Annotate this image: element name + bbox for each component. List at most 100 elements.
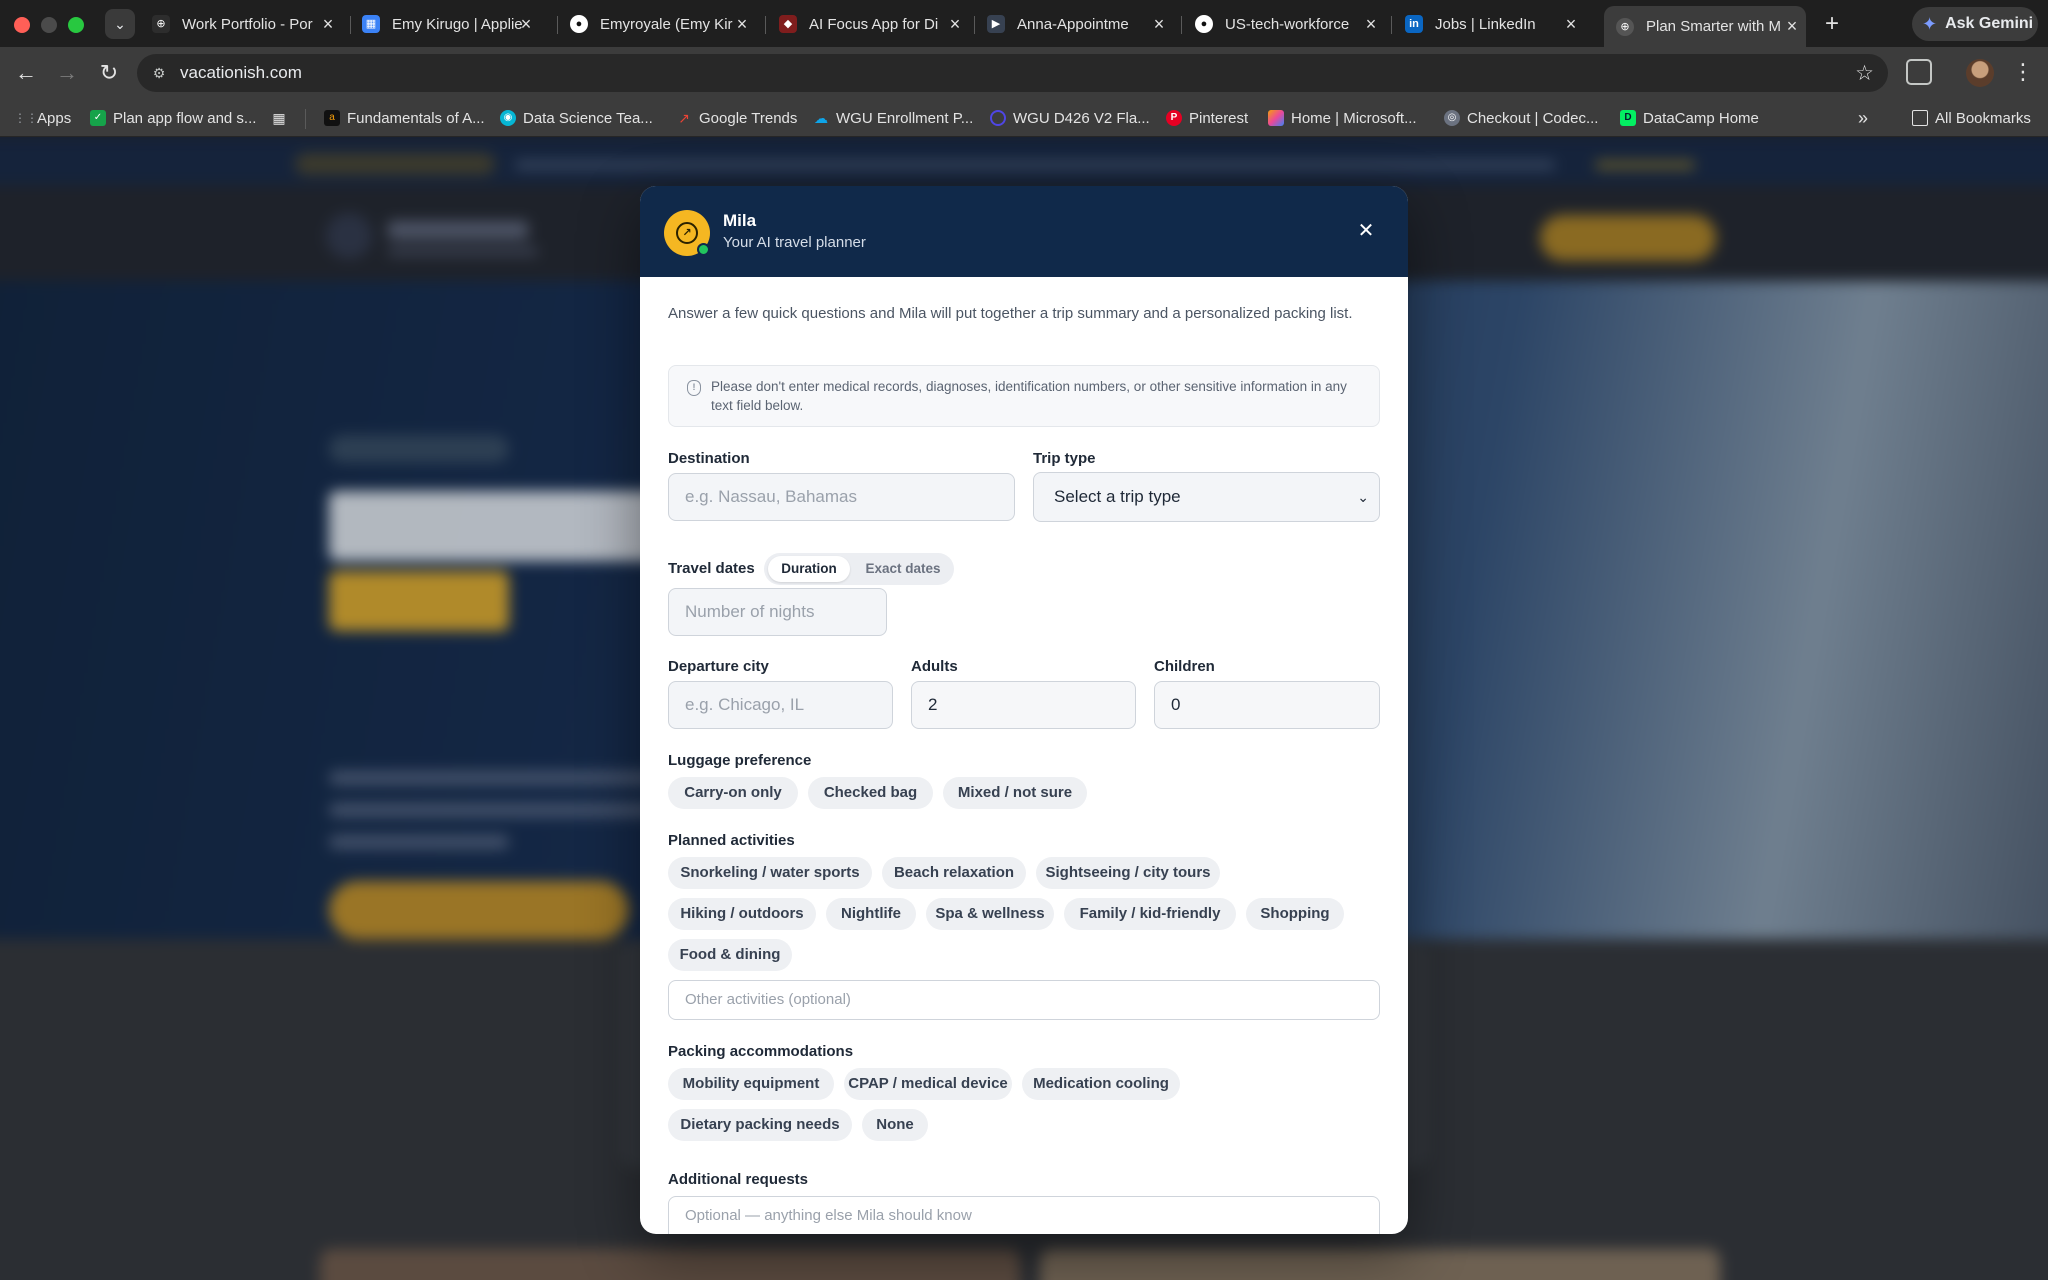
bookmark-google-trends[interactable]: ↗ Google Trends: [676, 108, 797, 128]
quizlet-icon: [990, 110, 1006, 126]
accommodation-chip-mobility[interactable]: Mobility equipment: [668, 1068, 834, 1100]
tab-linkedin-jobs[interactable]: in Jobs | LinkedIn ×: [1405, 8, 1585, 40]
back-arrow-icon[interactable]: ←: [12, 59, 40, 87]
tab-emy-kirugo[interactable]: ▦ Emy Kirugo | Applie ×: [362, 8, 540, 40]
number-of-nights-input[interactable]: Number of nights: [668, 588, 887, 636]
activity-chip-nightlife[interactable]: Nightlife: [826, 898, 916, 930]
bookmark-datacamp[interactable]: D DataCamp Home: [1620, 108, 1759, 128]
activity-chip-snorkeling[interactable]: Snorkeling / water sports: [668, 857, 872, 889]
tab-close-icon[interactable]: ×: [1782, 16, 1802, 36]
site-info-icon[interactable]: ⚙: [149, 63, 169, 83]
reload-icon[interactable]: ↻: [95, 59, 123, 87]
github-favicon-icon: ●: [1195, 15, 1213, 33]
announcement-text: [515, 161, 1555, 169]
tab-close-icon[interactable]: ×: [945, 14, 965, 34]
activity-chip-family[interactable]: Family / kid-friendly: [1064, 898, 1236, 930]
activity-chip-beach[interactable]: Beach relaxation: [882, 857, 1026, 889]
luggage-chip-carry-on[interactable]: Carry-on only: [668, 777, 798, 809]
destination-input[interactable]: e.g. Nassau, Bahamas: [668, 473, 1015, 521]
departure-city-input[interactable]: e.g. Chicago, IL: [668, 681, 893, 729]
address-bar[interactable]: ⚙ vacationish.com ☆: [137, 54, 1888, 92]
profile-avatar[interactable]: [1966, 59, 1994, 87]
accommodation-chip-medication-cooling[interactable]: Medication cooling: [1022, 1068, 1180, 1100]
accommodation-chip-cpap[interactable]: CPAP / medical device: [844, 1068, 1012, 1100]
trip-type-select[interactable]: Select a trip type ⌄: [1033, 472, 1380, 522]
tab-separator: [765, 16, 766, 34]
online-status-dot: [697, 243, 710, 256]
activity-chip-hiking[interactable]: Hiking / outdoors: [668, 898, 816, 930]
bookmark-codecademy[interactable]: ◎ Checkout | Codec...: [1444, 108, 1598, 128]
window-maximize-button[interactable]: [68, 17, 84, 33]
additional-requests-textarea[interactable]: Optional — anything else Mila should kno…: [668, 1196, 1380, 1234]
bookmark-fundamentals[interactable]: a Fundamentals of A...: [324, 108, 485, 128]
bookmark-data-science[interactable]: ◉ Data Science Tea...: [500, 108, 653, 128]
tab-search-chevron-icon[interactable]: ⌄: [105, 9, 135, 39]
bookmark-plan-app-flow[interactable]: ✓ Plan app flow and s...: [90, 108, 256, 128]
tab-close-icon[interactable]: ×: [1149, 14, 1169, 34]
other-activities-input[interactable]: Other activities (optional): [668, 980, 1380, 1020]
tab-ai-focus-app[interactable]: ◆ AI Focus App for Di ×: [779, 8, 969, 40]
chrome-menu-icon[interactable]: ⋮: [2012, 58, 2034, 86]
announcement-link: [1595, 161, 1695, 169]
tab-separator: [350, 16, 351, 34]
bookmarks-separator: [305, 109, 306, 129]
destination-label: Destination: [668, 450, 750, 467]
tab-emyroyale-github[interactable]: ● Emyroyale (Emy Kir ×: [570, 8, 756, 40]
all-bookmarks-label: All Bookmarks: [1935, 109, 2031, 127]
tab-anna-appointment[interactable]: ▶ Anna-Appointme ×: [987, 8, 1173, 40]
compass-icon: ↗: [676, 222, 698, 244]
bookmark-apps-grid[interactable]: ▦: [271, 108, 294, 128]
adults-input[interactable]: 2: [911, 681, 1136, 729]
tab-us-tech-workforce[interactable]: ● US-tech-workforce ×: [1195, 8, 1385, 40]
tab-close-icon[interactable]: ×: [318, 14, 338, 34]
globe-icon: ◎: [1444, 110, 1460, 126]
modal-header: ↗ Mila Your AI travel planner ✕: [640, 186, 1408, 277]
grid-favicon-icon: ▦: [362, 15, 380, 33]
tab-close-icon[interactable]: ×: [732, 14, 752, 34]
folder-icon: [1912, 110, 1928, 126]
tab-close-icon[interactable]: ×: [1561, 14, 1581, 34]
children-input[interactable]: 0: [1154, 681, 1380, 729]
accommodation-chip-none[interactable]: None: [862, 1109, 928, 1141]
modal-close-icon[interactable]: ✕: [1355, 220, 1377, 242]
luggage-chip-mixed[interactable]: Mixed / not sure: [943, 777, 1087, 809]
tab-close-icon[interactable]: ×: [516, 14, 536, 34]
bookmark-wgu-d426[interactable]: WGU D426 V2 Fla...: [990, 108, 1150, 128]
photo-strip: [320, 1249, 1020, 1280]
window-minimize-button[interactable]: [41, 17, 57, 33]
tab-work-portfolio[interactable]: ⊕ Work Portfolio - Por ×: [152, 8, 342, 40]
departure-city-label: Departure city: [668, 658, 769, 675]
checkmark-icon: ✓: [90, 110, 106, 126]
bookmark-wgu-enrollment[interactable]: ☁ WGU Enrollment P...: [813, 108, 973, 128]
tab-separator: [1181, 16, 1182, 34]
activity-chip-food[interactable]: Food & dining: [668, 939, 792, 971]
packing-accommodations-label: Packing accommodations: [668, 1043, 854, 1060]
activity-chip-shopping[interactable]: Shopping: [1246, 898, 1344, 930]
bookmark-apps[interactable]: ⋮⋮ Apps: [14, 108, 71, 128]
accommodation-chip-dietary[interactable]: Dietary packing needs: [668, 1109, 852, 1141]
trends-icon: ↗: [678, 110, 690, 126]
duration-toggle-option[interactable]: Duration: [768, 556, 850, 582]
all-bookmarks-folder[interactable]: All Bookmarks: [1912, 108, 2031, 128]
more-bookmarks-chevron-icon[interactable]: »: [1858, 108, 1868, 128]
tab-close-icon[interactable]: ×: [1361, 14, 1381, 34]
bookmark-pinterest[interactable]: P Pinterest: [1166, 108, 1248, 128]
assistant-subtitle: Your AI travel planner: [723, 234, 866, 251]
openai-favicon-icon: ⊕: [152, 15, 170, 33]
bookmark-label: Fundamentals of A...: [347, 109, 485, 127]
tab-plan-smarter-active[interactable]: ⊕ Plan Smarter with M ×: [1604, 6, 1806, 47]
window-close-button[interactable]: [14, 17, 30, 33]
forward-arrow-icon[interactable]: →: [53, 59, 81, 87]
extensions-puzzle-icon[interactable]: [1906, 59, 1932, 85]
chevron-down-icon: ⌄: [1357, 489, 1369, 505]
luggage-chip-checked-bag[interactable]: Checked bag: [808, 777, 933, 809]
activity-chip-spa[interactable]: Spa & wellness: [926, 898, 1054, 930]
activity-chip-sightseeing[interactable]: Sightseeing / city tours: [1036, 857, 1220, 889]
ask-gemini-button[interactable]: ✦ Ask Gemini: [1912, 7, 2038, 41]
bookmark-microsoft[interactable]: Home | Microsoft...: [1268, 108, 1417, 128]
bookmark-star-icon[interactable]: ☆: [1855, 61, 1874, 86]
photo-strip: [1040, 1249, 1720, 1280]
microsoft-icon: [1268, 110, 1284, 126]
new-tab-button[interactable]: +: [1818, 10, 1846, 38]
exact-dates-toggle-option[interactable]: Exact dates: [856, 556, 950, 582]
